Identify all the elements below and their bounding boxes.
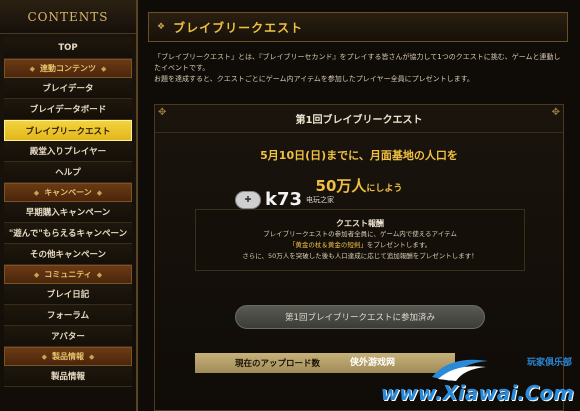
category-label: 製品情報 xyxy=(52,352,84,361)
ornament-icon: ◆ xyxy=(101,64,107,73)
intro-line: 「ブレイブリークエスト」とは、『ブレイブリーセカンド』をプレイする皆さんが協力し… xyxy=(154,53,561,72)
ornament-icon: ◆ xyxy=(29,64,35,73)
xiawai-watermark: 侠外游戏网 玩家俱乐部 www.Xiawai.Com xyxy=(340,353,580,411)
ornament-icon: ◆ xyxy=(33,270,40,279)
sidebar-item-product-info[interactable]: 製品情報 xyxy=(4,366,132,387)
page: CONTENTS TOP ◆ 連動コンテンツ ◆ ブレイデータ ブレイデータボード … xyxy=(0,0,580,411)
ornament-icon: ◆ xyxy=(41,352,47,361)
sidebar-category-community: ◆ コミュニティ ◆ xyxy=(4,265,132,284)
sidebar-item-play-data[interactable]: ブレイデータ xyxy=(4,78,132,99)
sidebar-category-product: ◆ 製品情報 ◆ xyxy=(4,347,132,366)
watermark-cn-right: 玩家俱乐部 xyxy=(526,358,572,368)
sidebar-item-top[interactable]: TOP xyxy=(4,38,132,59)
gamepad-icon: ✚ xyxy=(235,190,261,209)
reward-text: さらに、50万人を突破した後も人口達成に応じて追加報酬をプレゼントします！ xyxy=(242,252,478,260)
category-label: コミュニティ xyxy=(44,270,92,279)
category-label: キャンペーン xyxy=(44,188,92,197)
sidebar-category-linked: ◆ 連動コンテンツ ◆ xyxy=(4,59,132,78)
quest-goal-line: 5月10日(日)までに、月面基地の人口を xyxy=(260,149,458,162)
reward-item-highlight: 「黄金の杖＆黄金の短剣」 xyxy=(288,241,367,249)
sidebar-item-early-purchase[interactable]: 早期購入キャンペーン xyxy=(4,202,132,223)
sidebar-item-play-diary[interactable]: ブレイ日記 xyxy=(4,284,132,305)
intro-text: 「ブレイブリークエスト」とは、『ブレイブリーセカンド』をプレイする皆さんが協力し… xyxy=(154,52,564,85)
wave-logo-icon xyxy=(432,359,488,381)
k73-logo-text: k73 xyxy=(265,189,303,210)
quest-goal-target: 50万人にしよう xyxy=(155,175,563,196)
sidebar-item-avatar[interactable]: アバター xyxy=(4,326,132,347)
sidebar-item-other-campaign[interactable]: その他キャンペーン xyxy=(4,244,132,265)
page-title: ブレイブリークエスト xyxy=(173,20,304,35)
sidebar-title: CONTENTS xyxy=(0,0,136,34)
reward-text: 「黄金の杖＆黄金の短剣」をプレゼントします。 xyxy=(196,240,524,251)
watermark-cn-left: 侠外游戏网 xyxy=(350,358,396,368)
sidebar-item-hall-of-fame[interactable]: 殿堂入りプレイヤー xyxy=(4,141,132,162)
quest-panel-title: 第1回ブレイブリークエスト xyxy=(155,105,563,133)
ornament-icon: ◆ xyxy=(89,352,95,361)
reward-text-tail: をプレゼントします。 xyxy=(366,241,432,249)
quest-goal-suffix: にしよう xyxy=(366,184,403,194)
ornament-icon: ◆ xyxy=(33,188,40,197)
sidebar-category-campaign: ◆ キャンペーン ◆ xyxy=(4,183,132,202)
main-content: ❖ ブレイブリークエスト 「ブレイブリークエスト」とは、『ブレイブリーセカンド』… xyxy=(140,0,580,411)
header-ornament-icon: ❖ xyxy=(157,22,166,32)
intro-line: お題を達成すると、クエストごとにゲーム内アイテムを参加したプレイヤー全員にプレゼ… xyxy=(154,75,474,83)
ornament-icon: ◆ xyxy=(96,270,103,279)
category-label: 連動コンテンツ xyxy=(40,64,96,73)
reward-title: クエスト報酬 xyxy=(336,219,384,228)
k73-watermark: ✚ k73 电玩之家 xyxy=(235,189,334,210)
ornament-icon: ◆ xyxy=(96,188,103,197)
sidebar-item-forum[interactable]: フォーラム xyxy=(4,305,132,326)
quest-joined-button[interactable]: 第1回ブレイブリークエストに参加済み xyxy=(235,305,485,329)
corner-ornament-icon: ✥ xyxy=(158,107,167,118)
sidebar-item-help[interactable]: ヘルプ xyxy=(4,162,132,183)
sidebar-item-play-data-board[interactable]: ブレイデータボード xyxy=(4,99,132,120)
watermark-site-url: www.Xiawai.Com xyxy=(380,381,574,405)
reward-box: クエスト報酬 ブレイブリークエストの参加者全員に、ゲーム内で使えるアイテム 「黄… xyxy=(195,209,525,271)
sidebar-item-bravely-quest[interactable]: ブレイブリークエスト xyxy=(4,120,132,141)
corner-ornament-icon: ✥ xyxy=(551,107,560,118)
page-header: ❖ ブレイブリークエスト xyxy=(148,12,568,42)
k73-logo-sub: 电玩之家 xyxy=(306,195,335,204)
reward-text: ブレイブリークエストの参加者全員に、ゲーム内で使えるアイテム xyxy=(263,230,457,238)
sidebar-item-play-reward[interactable]: "遊んで"もらえるキャンペーン xyxy=(4,223,132,244)
sidebar: CONTENTS TOP ◆ 連動コンテンツ ◆ ブレイデータ ブレイデータボード … xyxy=(0,0,138,411)
